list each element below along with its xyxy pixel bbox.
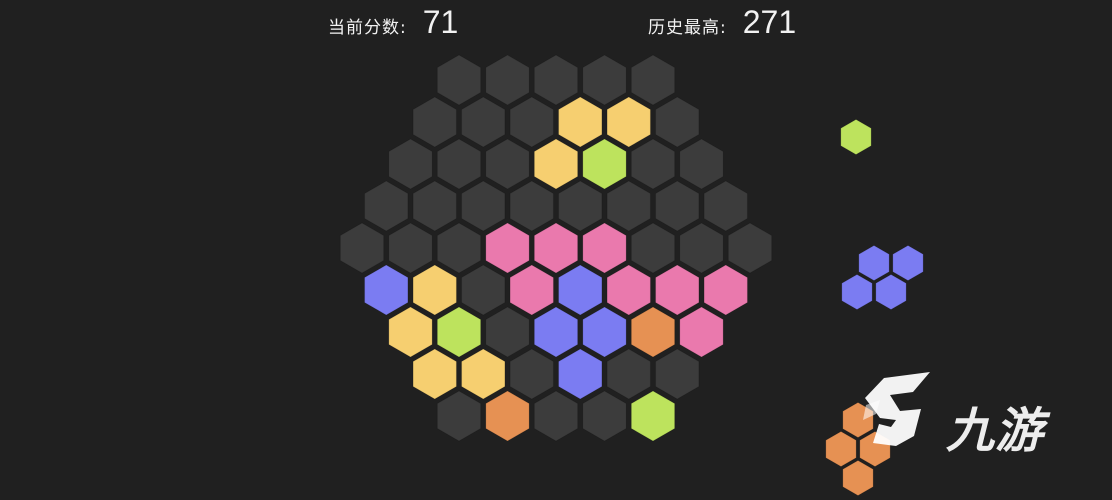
watermark-text: 九游 [946,403,1045,459]
game-screen: 当前分数: 71 历史最高: 271 九游 [0,0,1112,500]
